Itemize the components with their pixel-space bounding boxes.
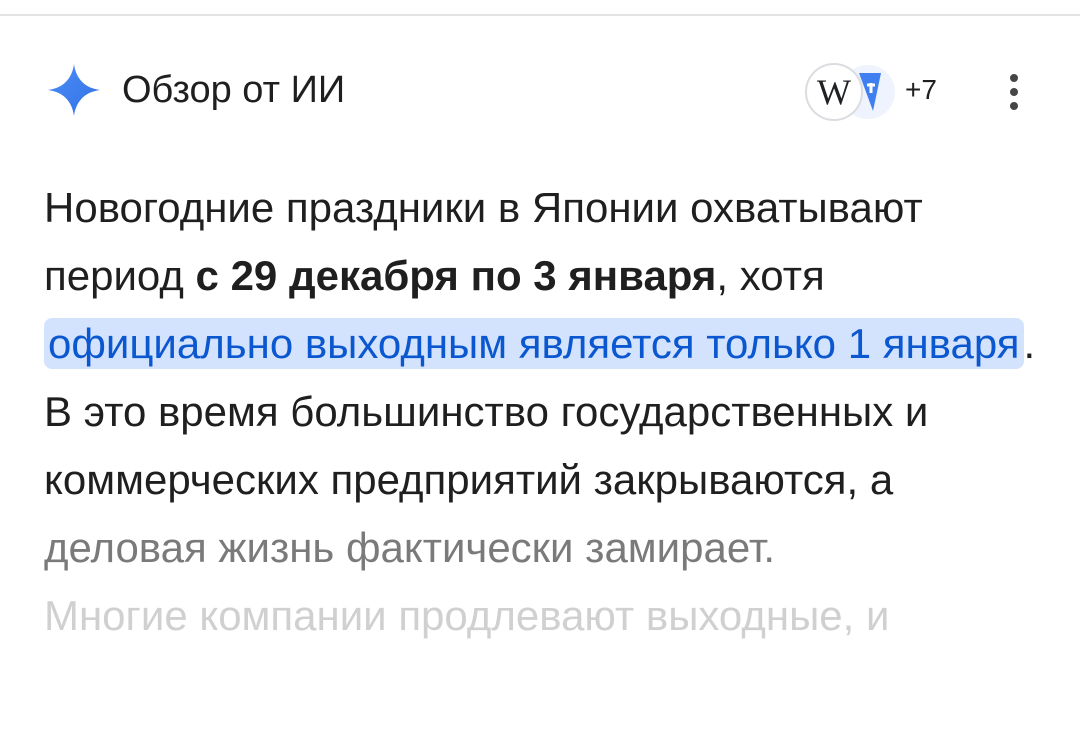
top-divider [0, 14, 1080, 16]
faded-text-line: деловая жизнь фактически замирает. [44, 524, 776, 571]
overview-paragraph: Новогодние праздники в Японии охватывают… [44, 174, 1054, 514]
more-sources-count: +7 [905, 74, 937, 105]
highlighted-fact[interactable]: официально выходным является только 1 ян… [44, 318, 1024, 369]
faded-text-line-2: Многие компании продлевают выходные, и [44, 592, 890, 639]
ai-overview-title: Обзор от ИИ [122, 69, 346, 111]
ai-overview-header: Обзор от ИИ W +7 [44, 60, 1034, 122]
bold-period: с 29 декабря по 3 января [195, 252, 717, 299]
wikipedia-icon: W [805, 63, 863, 121]
sparkle-icon [48, 64, 100, 116]
ai-overview-text: Новогодние праздники в Японии охватывают… [44, 174, 1054, 650]
text-although: , хотя [716, 252, 825, 299]
more-options-button[interactable] [994, 70, 1034, 114]
sources-button[interactable]: W +7 [805, 63, 945, 121]
